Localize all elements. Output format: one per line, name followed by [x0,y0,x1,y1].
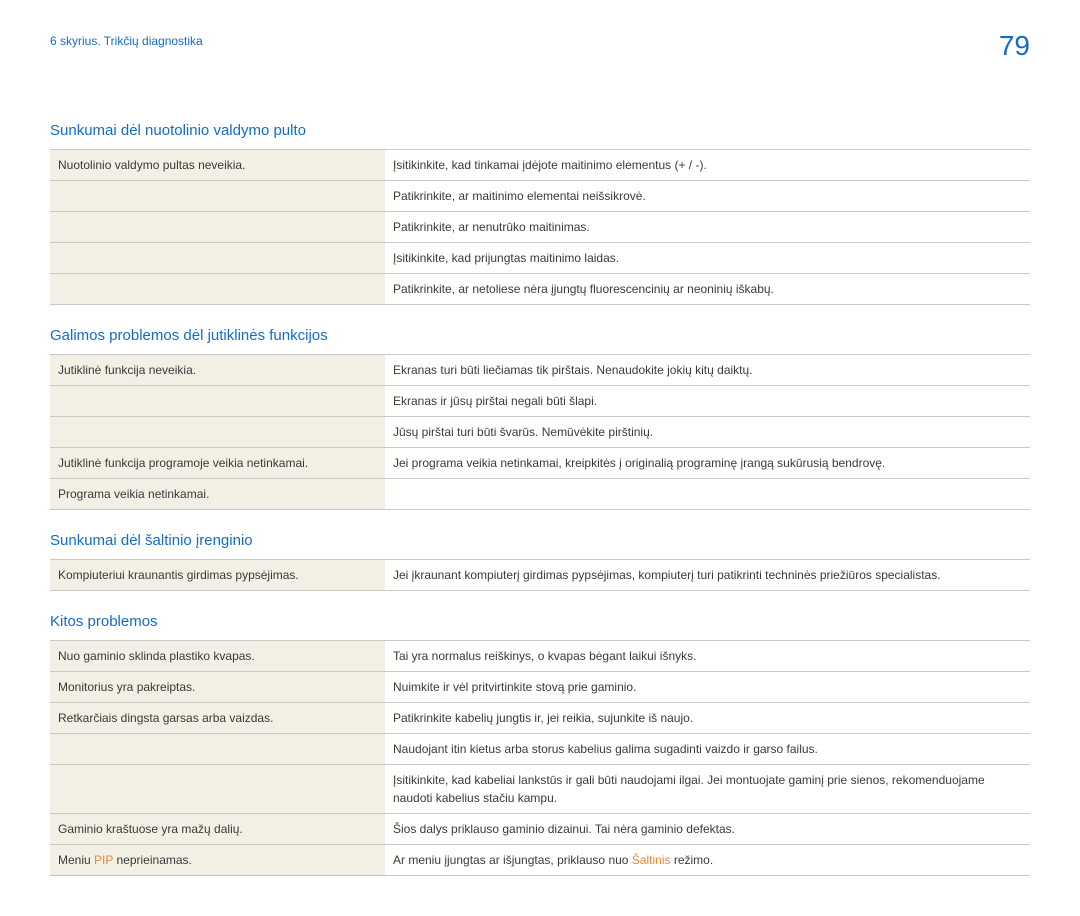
solution-cell: Jūsų pirštai turi būti švarūs. Nemūvėkit… [385,417,1030,448]
table-row: Meniu PIP neprieinamas. Ar meniu įjungta… [50,845,1030,876]
table-row: Monitorius yra pakreiptas. Nuimkite ir v… [50,672,1030,703]
cell-suffix: neprieinamas. [113,853,192,867]
table-row: Programa veikia netinkamai. [50,479,1030,510]
section-title-source: Sunkumai dėl šaltinio įrenginio [50,532,1030,549]
solution-cell: Šios dalys priklauso gaminio dizainui. T… [385,814,1030,845]
problem-cell: Meniu PIP neprieinamas. [50,845,385,876]
cell-prefix: Meniu [58,853,94,867]
solution-cell: Patikrinkite, ar netoliese nėra įjungtų … [385,274,1030,305]
problem-cell: Kompiuteriui kraunantis girdimas pypsėji… [50,560,385,591]
table-row: Gaminio kraštuose yra mažų dalių. Šios d… [50,814,1030,845]
solution-cell: Ekranas ir jūsų pirštai negali būti šlap… [385,386,1030,417]
table-row: Nuo gaminio sklinda plastiko kvapas. Tai… [50,641,1030,672]
table-row: Patikrinkite, ar nenutrūko maitinimas. [50,212,1030,243]
solution-cell: Patikrinkite, ar maitinimo elementai nei… [385,181,1030,212]
pip-highlight: PIP [94,853,113,867]
table-row: Jutiklinė funkcija programoje veikia net… [50,448,1030,479]
solution-cell: Įsitikinkite, kad tinkamai įdėjote maiti… [385,150,1030,181]
problem-cell: Programa veikia netinkamai. [50,479,385,510]
table-source: Kompiuteriui kraunantis girdimas pypsėji… [50,559,1030,591]
source-highlight: Šaltinis [632,853,671,867]
table-row: Retkarčiais dingsta garsas arba vaizdas.… [50,703,1030,734]
solution-cell: Ekranas turi būti liečiamas tik pirštais… [385,355,1030,386]
solution-cell: Jei programa veikia netinkamai, kreipkit… [385,448,1030,479]
solution-cell: Patikrinkite kabelių jungtis ir, jei rei… [385,703,1030,734]
problem-cell: Jutiklinė funkcija neveikia. [50,355,385,386]
problem-cell [50,734,385,765]
table-row: Naudojant itin kietus arba storus kabeli… [50,734,1030,765]
solution-cell [385,479,1030,510]
problem-cell: Jutiklinė funkcija programoje veikia net… [50,448,385,479]
cell-prefix: Ar meniu įjungtas ar išjungtas, priklaus… [393,853,632,867]
problem-cell: Monitorius yra pakreiptas. [50,672,385,703]
solution-cell: Naudojant itin kietus arba storus kabeli… [385,734,1030,765]
table-row: Patikrinkite, ar maitinimo elementai nei… [50,181,1030,212]
table-touch: Jutiklinė funkcija neveikia. Ekranas tur… [50,354,1030,510]
problem-cell [50,386,385,417]
table-row: Jūsų pirštai turi būti švarūs. Nemūvėkit… [50,417,1030,448]
manual-page: 6 skyrius. Trikčių diagnostika 79 Sunkum… [0,0,1080,916]
table-row: Jutiklinė funkcija neveikia. Ekranas tur… [50,355,1030,386]
cell-suffix: režimo. [670,853,713,867]
problem-cell [50,181,385,212]
problem-cell: Nuotolinio valdymo pultas neveikia. [50,150,385,181]
section-title-other: Kitos problemos [50,613,1030,630]
problem-cell [50,274,385,305]
problem-cell: Gaminio kraštuose yra mažų dalių. [50,814,385,845]
table-row: Patikrinkite, ar netoliese nėra įjungtų … [50,274,1030,305]
table-row: Įsitikinkite, kad prijungtas maitinimo l… [50,243,1030,274]
table-row: Įsitikinkite, kad kabeliai lankstūs ir g… [50,765,1030,814]
table-row: Kompiuteriui kraunantis girdimas pypsėji… [50,560,1030,591]
breadcrumb: 6 skyrius. Trikčių diagnostika [50,34,203,48]
solution-cell: Įsitikinkite, kad kabeliai lankstūs ir g… [385,765,1030,814]
page-header: 6 skyrius. Trikčių diagnostika 79 [50,34,1030,62]
table-row: Nuotolinio valdymo pultas neveikia. Įsit… [50,150,1030,181]
solution-cell: Ar meniu įjungtas ar išjungtas, priklaus… [385,845,1030,876]
solution-cell: Jei įkraunant kompiuterį girdimas pypsėj… [385,560,1030,591]
section-title-touch: Galimos problemos dėl jutiklinės funkcij… [50,327,1030,344]
problem-cell [50,417,385,448]
problem-cell: Nuo gaminio sklinda plastiko kvapas. [50,641,385,672]
problem-cell [50,212,385,243]
table-remote: Nuotolinio valdymo pultas neveikia. Įsit… [50,149,1030,305]
problem-cell [50,765,385,814]
solution-cell: Įsitikinkite, kad prijungtas maitinimo l… [385,243,1030,274]
section-title-remote: Sunkumai dėl nuotolinio valdymo pulto [50,122,1030,139]
problem-cell [50,243,385,274]
problem-cell: Retkarčiais dingsta garsas arba vaizdas. [50,703,385,734]
table-row: Ekranas ir jūsų pirštai negali būti šlap… [50,386,1030,417]
solution-cell: Tai yra normalus reiškinys, o kvapas bėg… [385,641,1030,672]
table-other: Nuo gaminio sklinda plastiko kvapas. Tai… [50,640,1030,876]
solution-cell: Patikrinkite, ar nenutrūko maitinimas. [385,212,1030,243]
page-number: 79 [999,30,1030,62]
solution-cell: Nuimkite ir vėl pritvirtinkite stovą pri… [385,672,1030,703]
